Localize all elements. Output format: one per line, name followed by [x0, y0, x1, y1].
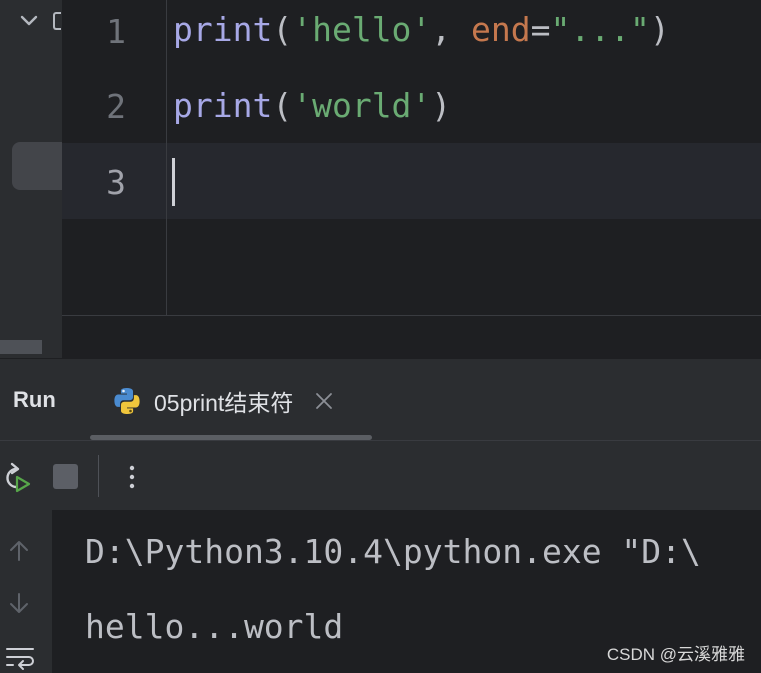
- token-paren-close: ): [649, 10, 670, 49]
- line-number-2: 2: [106, 87, 126, 126]
- console-output-line-1: D:\Python3.10.4\python.exe "D:\: [85, 532, 701, 571]
- close-icon[interactable]: [315, 392, 333, 410]
- folder-icon: [53, 12, 61, 30]
- run-tool-header: Run 05print结束符: [0, 358, 761, 440]
- token-paren-close: ): [431, 86, 452, 125]
- token-equals: =: [530, 10, 551, 49]
- editor-empty-area: [62, 316, 761, 358]
- more-icon[interactable]: [124, 461, 140, 493]
- soft-wrap-icon[interactable]: [4, 644, 36, 672]
- run-toolbar: [0, 440, 761, 510]
- token-function: print: [173, 86, 273, 125]
- run-panel-title: Run: [13, 387, 56, 412]
- arrow-down-icon[interactable]: [6, 590, 32, 616]
- run-config-tab[interactable]: 05print结束符: [112, 379, 333, 423]
- code-line-1[interactable]: print('hello', end="..."): [173, 10, 670, 49]
- token-paren-open: (: [272, 86, 293, 125]
- arrow-up-icon[interactable]: [6, 538, 32, 564]
- rerun-icon[interactable]: [0, 461, 32, 493]
- token-string: 'world': [292, 86, 432, 125]
- horizontal-scrollbar[interactable]: [0, 340, 42, 354]
- gutter-divider: [166, 0, 167, 315]
- python-icon: [114, 388, 140, 414]
- line-number-1: 1: [106, 12, 126, 51]
- chevron-down-icon[interactable]: [18, 10, 40, 32]
- text-caret: [172, 158, 175, 206]
- console-output-line-2: hello...world: [85, 607, 344, 646]
- project-side-strip: [0, 0, 62, 358]
- token-comma: ,: [431, 10, 472, 49]
- selected-tree-row[interactable]: [12, 142, 62, 190]
- token-keyword-arg: end: [471, 10, 531, 49]
- toolbar-separator: [98, 455, 99, 497]
- console-side-toolbar: [0, 510, 52, 673]
- line-number-3: 3: [106, 163, 126, 202]
- token-string: "...": [550, 10, 650, 49]
- stop-icon[interactable]: [53, 464, 78, 489]
- run-tab-label: 05print结束符: [154, 390, 294, 416]
- code-line-2[interactable]: print('world'): [173, 86, 451, 125]
- token-string: 'hello': [292, 10, 432, 49]
- token-function: print: [173, 10, 273, 49]
- token-paren-open: (: [272, 10, 293, 49]
- watermark: CSDN @云溪雅雅: [606, 645, 745, 664]
